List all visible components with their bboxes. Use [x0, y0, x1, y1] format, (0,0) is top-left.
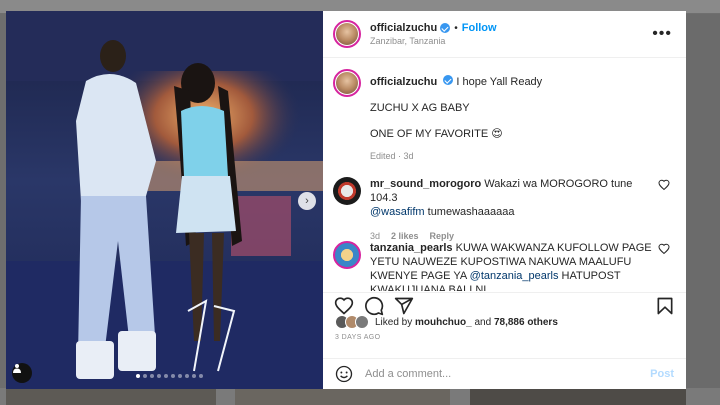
post-media[interactable]: › [6, 11, 323, 389]
liked-by-and: and [474, 316, 492, 328]
share-icon[interactable] [394, 296, 414, 316]
user-tag-button[interactable] [12, 363, 32, 383]
comment-item: mr_sound_morogoro Wakazi wa MOROGORO tun… [333, 177, 678, 243]
caption-author[interactable]: officialzuchu [370, 76, 437, 88]
post-photo [6, 11, 323, 389]
follow-button[interactable]: Follow [462, 22, 497, 34]
comment-icon[interactable] [364, 296, 384, 316]
first-liker[interactable]: mouhchuo_ [415, 317, 472, 328]
comment-username[interactable]: mr_sound_morogoro [370, 178, 481, 190]
caption-line-1: I hope Yall Ready [456, 76, 543, 88]
comment-username[interactable]: tanzania_pearls [370, 242, 453, 254]
verified-badge-icon [440, 23, 451, 33]
comment-input[interactable] [365, 368, 625, 380]
comment-like-heart-icon[interactable] [658, 243, 670, 255]
next-photo-button[interactable]: › [298, 192, 316, 210]
author-avatar[interactable] [333, 20, 361, 48]
post-caption: officialzuchu I hope Yall Ready ZUCHU X … [333, 69, 673, 163]
more-icon[interactable]: ••• [652, 25, 672, 43]
carousel-dot [185, 374, 189, 378]
user-tag-icon [13, 364, 21, 373]
background-thumbnail [470, 388, 686, 405]
post-date[interactable]: 3 DAYS AGO [335, 334, 381, 341]
separator: • [454, 22, 458, 34]
carousel-dot [192, 374, 196, 378]
liked-by-prefix: Liked by [375, 316, 413, 328]
carousel-dot [199, 374, 203, 378]
background-right-strip [686, 14, 720, 388]
carousel-dot [157, 374, 161, 378]
comment-like-heart-icon[interactable] [658, 179, 670, 191]
likes-summary: Liked by mouhchuo_ and 78,886 others [335, 315, 558, 329]
post-comment-button[interactable]: Post [650, 368, 674, 380]
caption-line-3: ONE OF MY FAVORITE 😍 [370, 128, 503, 140]
caption-edited: Edited · 3d [370, 151, 414, 161]
carousel-indicator [136, 374, 203, 378]
caption-author-avatar[interactable] [333, 69, 361, 97]
author-username[interactable]: officialzuchu [370, 22, 437, 34]
background-thumbnail [6, 388, 216, 405]
comment-mention[interactable]: @wasafifm [370, 206, 425, 218]
comment-avatar[interactable] [333, 241, 361, 269]
carousel-dot [171, 374, 175, 378]
carousel-dot [178, 374, 182, 378]
carousel-dot [150, 374, 154, 378]
add-comment-bar: Post [323, 358, 686, 389]
comment-item: tanzania_pearls KUWA WAKWANZA KUFOLLOW P… [333, 241, 678, 291]
comments-section: officialzuchu I hope Yall Ready ZUCHU X … [323, 59, 686, 291]
carousel-dot [143, 374, 147, 378]
post-actions [323, 292, 686, 316]
post-header: officialzuchu • Follow Zanzibar, Tanzani… [323, 11, 686, 58]
carousel-dot [136, 374, 140, 378]
post-location[interactable]: Zanzibar, Tanzania [370, 36, 497, 46]
emoji-icon[interactable] [335, 365, 353, 383]
comment-mention[interactable]: @tanzania_pearls [470, 270, 559, 282]
post-modal: › officialzuchu • Follow Zanzibar, Tanza… [6, 11, 686, 389]
bookmark-icon[interactable] [655, 296, 675, 316]
carousel-dot [164, 374, 168, 378]
caption-line-2: ZUCHU X AG BABY [370, 102, 470, 114]
background-thumbnail [235, 388, 450, 405]
likes-count[interactable]: 78,886 others [494, 317, 558, 328]
liker-avatars [335, 315, 369, 329]
chevron-right-icon: › [305, 195, 309, 207]
post-details-panel: officialzuchu • Follow Zanzibar, Tanzani… [323, 11, 686, 389]
comment-avatar[interactable] [333, 177, 361, 205]
comment-text-after: tumewashaaaaaa [424, 206, 515, 218]
heart-icon[interactable] [334, 296, 354, 316]
verified-badge-icon [443, 75, 454, 85]
